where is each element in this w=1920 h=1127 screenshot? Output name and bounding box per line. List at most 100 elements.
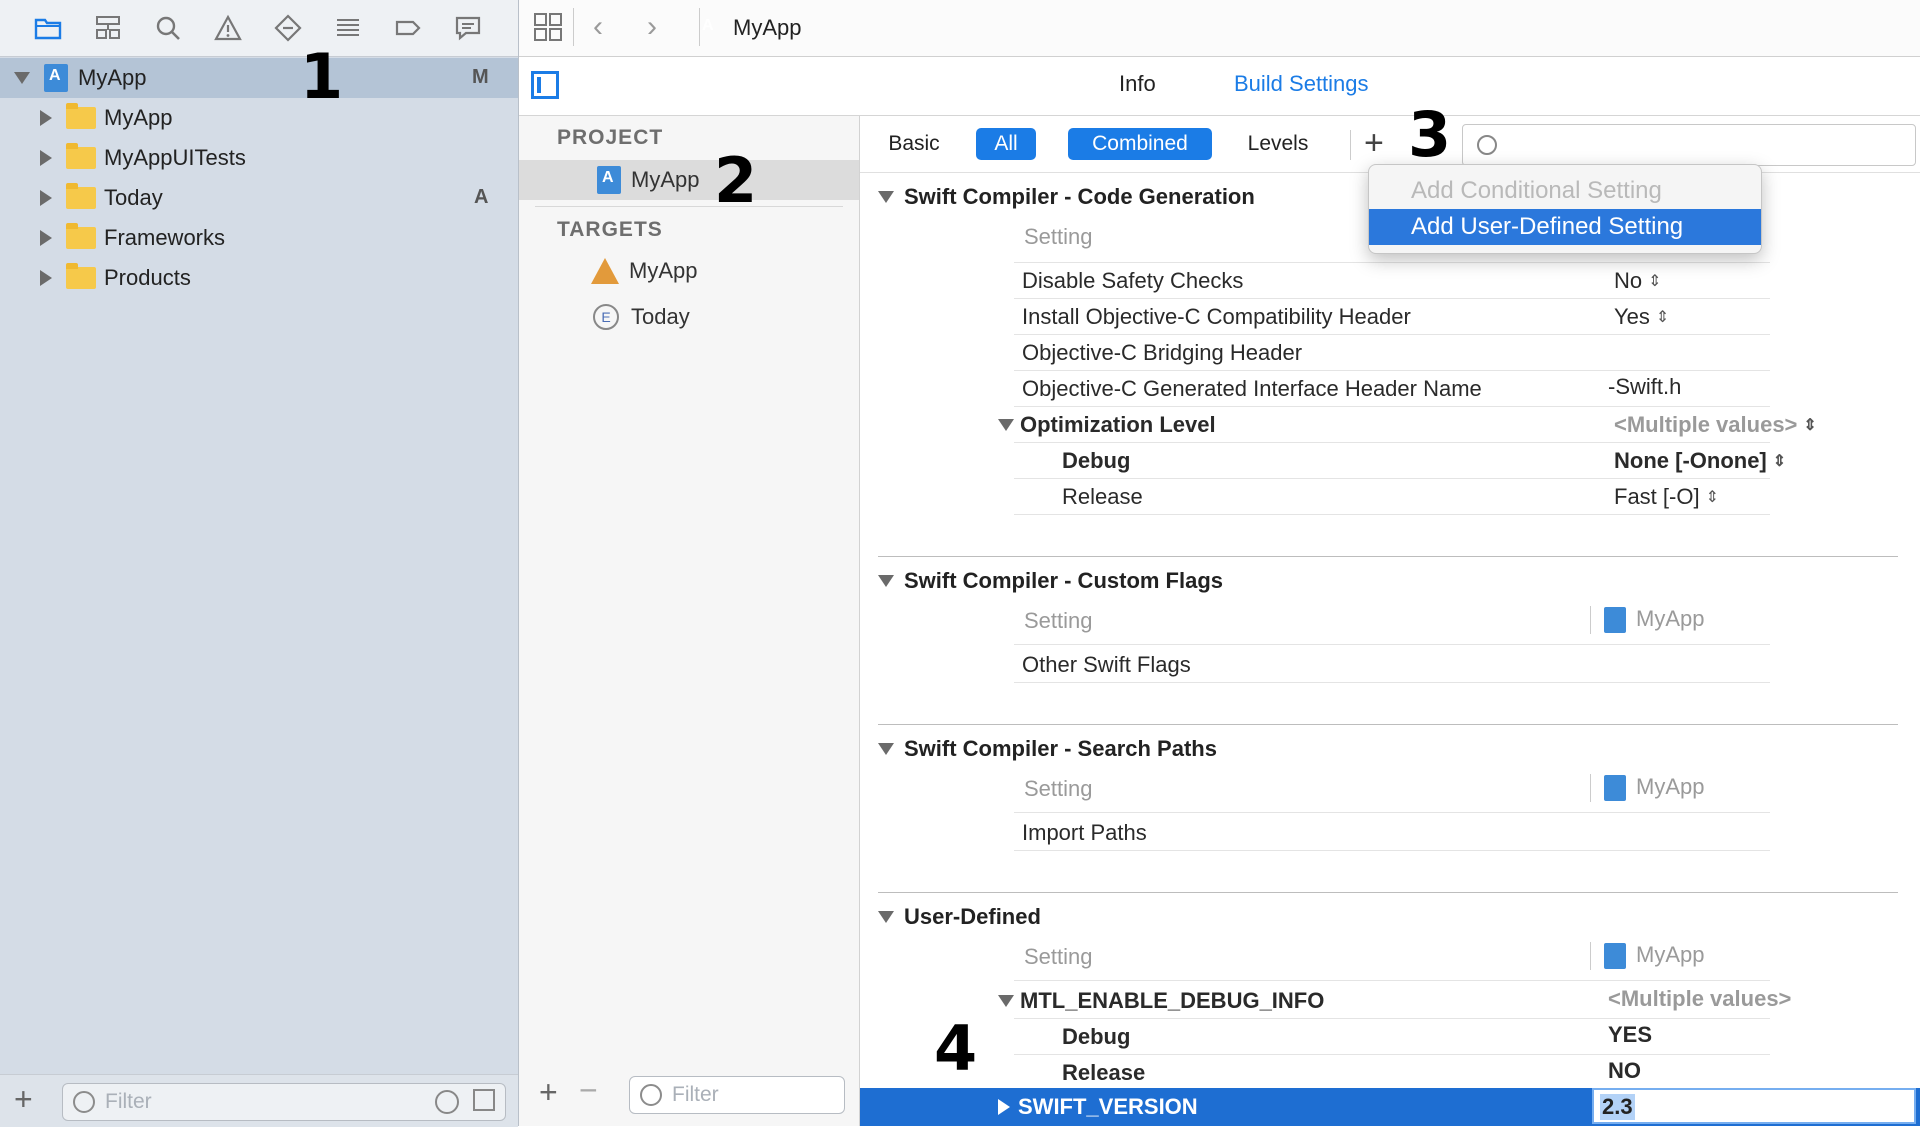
setting-value[interactable]: <Multiple values> ⇕ (1614, 412, 1817, 438)
hierarchy-icon[interactable] (92, 12, 124, 44)
breadcrumb[interactable]: MyApp (733, 15, 801, 41)
setting-value[interactable]: <Multiple values> (1608, 986, 1791, 1012)
group-title-search-paths[interactable]: Swift Compiler - Search Paths (878, 736, 1217, 762)
setting-name[interactable]: Other Swift Flags (1022, 652, 1191, 678)
settings-search-input[interactable] (1462, 124, 1916, 166)
target-column-header: MyApp (1604, 606, 1704, 634)
setting-name-optimization-level[interactable]: Optimization Level (998, 412, 1216, 438)
disclosure-triangle-icon[interactable] (878, 743, 894, 755)
setting-value[interactable]: No ⇕ (1614, 268, 1662, 294)
setting-name[interactable]: Install Objective-C Compatibility Header (1022, 304, 1411, 330)
recent-files-clock-icon[interactable] (435, 1090, 459, 1114)
setting-config-release[interactable]: Release (1062, 484, 1143, 510)
disclosure-triangle-icon[interactable] (40, 150, 52, 166)
add-setting-button[interactable]: + (1364, 124, 1384, 163)
popup-stepper-icon[interactable]: ⇕ (1656, 310, 1669, 326)
popup-stepper-icon[interactable]: ⇕ (1803, 418, 1816, 434)
menu-item-add-user-defined-setting[interactable]: Add User-Defined Setting (1369, 209, 1761, 245)
project-icon (44, 64, 68, 92)
disclosure-triangle-icon[interactable] (40, 190, 52, 206)
breakpoint-icon[interactable] (392, 12, 424, 44)
disclosure-triangle-icon[interactable] (14, 72, 30, 84)
filter-levels-button[interactable]: Levels (1230, 128, 1326, 160)
targets-filter-input[interactable]: Filter (629, 1076, 845, 1114)
forward-chevron-icon[interactable]: › (647, 10, 657, 44)
row-divider (1014, 850, 1770, 851)
tree-item-today[interactable]: Today (40, 178, 163, 218)
disclosure-triangle-icon[interactable] (878, 911, 894, 923)
group-title-label: User-Defined (904, 904, 1041, 929)
disclosure-triangle-icon[interactable] (40, 110, 52, 126)
add-file-button[interactable]: + (14, 1081, 33, 1118)
report-icon[interactable] (452, 12, 484, 44)
setting-name[interactable]: Disable Safety Checks (1022, 268, 1243, 294)
target-item-today[interactable]: E Today (593, 304, 690, 330)
group-divider (878, 892, 1898, 893)
add-target-button[interactable]: + (539, 1074, 558, 1111)
group-title-custom-flags[interactable]: Swift Compiler - Custom Flags (878, 568, 1223, 594)
project-section-header: PROJECT (557, 126, 664, 149)
disclosure-triangle-icon[interactable] (998, 1099, 1010, 1115)
tree-item-label: MyApp (78, 65, 147, 90)
tree-item-myapp[interactable]: MyApp (40, 98, 172, 138)
folder-icon[interactable] (32, 12, 64, 44)
group-title-code-generation[interactable]: Swift Compiler - Code Generation (878, 184, 1255, 210)
show-targets-list-icon[interactable] (531, 71, 559, 99)
setting-name[interactable]: Objective-C Bridging Header (1022, 340, 1302, 366)
search-icon[interactable] (152, 12, 184, 44)
setting-value[interactable]: YES (1608, 1022, 1652, 1048)
setting-value[interactable]: Yes ⇕ (1614, 304, 1669, 330)
project-icon (597, 166, 621, 194)
setting-name[interactable]: Import Paths (1022, 820, 1147, 846)
scm-filter-icon[interactable] (473, 1089, 495, 1111)
row-divider (1014, 812, 1770, 813)
tree-item-myappuitests[interactable]: MyAppUITests (40, 138, 246, 178)
tree-item-frameworks[interactable]: Frameworks (40, 218, 225, 258)
remove-target-button[interactable]: − (579, 1072, 598, 1109)
project-item-myapp[interactable]: MyApp (597, 166, 699, 194)
setting-name[interactable]: Objective-C Generated Interface Header N… (1022, 376, 1482, 402)
swift-version-value-field[interactable]: 2.3 (1592, 1088, 1916, 1124)
disclosure-triangle-icon[interactable] (878, 191, 894, 203)
section-divider (535, 206, 843, 207)
search-icon (1477, 135, 1497, 155)
popup-stepper-icon[interactable]: ⇕ (1706, 490, 1719, 506)
tree-item-root[interactable]: MyApp (14, 58, 146, 98)
setting-value[interactable]: NO (1608, 1058, 1641, 1084)
project-targets-list: PROJECT MyApp TARGETS MyApp E Today + − … (519, 116, 860, 1126)
filter-placeholder: Filter (105, 1090, 152, 1113)
related-items-grid-icon[interactable] (533, 12, 563, 42)
navigator-toolbar (0, 0, 518, 57)
disclosure-triangle-icon[interactable] (40, 230, 52, 246)
popup-stepper-icon[interactable]: ⇕ (1773, 454, 1786, 470)
group-title-user-defined[interactable]: User-Defined (878, 904, 1041, 930)
disclosure-triangle-icon[interactable] (40, 270, 52, 286)
target-column-header: MyApp (1604, 774, 1704, 802)
setting-config-release[interactable]: Release (1062, 1060, 1145, 1086)
navigator-filter-input[interactable]: Filter (62, 1083, 506, 1121)
popup-stepper-icon[interactable]: ⇕ (1648, 274, 1661, 290)
menu-item-add-conditional-setting[interactable]: Add Conditional Setting (1369, 173, 1761, 209)
setting-config-debug[interactable]: Debug (1062, 448, 1130, 474)
tree-item-products[interactable]: Products (40, 258, 191, 298)
disclosure-triangle-icon[interactable] (998, 995, 1014, 1007)
setting-config-debug[interactable]: Debug (1062, 1024, 1130, 1050)
target-item-myapp[interactable]: MyApp (591, 258, 697, 284)
filter-combined-button[interactable]: Combined (1068, 128, 1212, 160)
setting-value[interactable]: Fast [-O] ⇕ (1614, 484, 1719, 510)
warning-icon[interactable] (212, 12, 244, 44)
setting-name-label: SWIFT_VERSION (1018, 1094, 1198, 1119)
filter-all-button[interactable]: All (976, 128, 1036, 160)
tab-info[interactable]: Info (1119, 71, 1156, 97)
back-chevron-icon[interactable]: ‹ (593, 10, 603, 44)
setting-name-mtl-enable-debug-info[interactable]: MTL_ENABLE_DEBUG_INFO (998, 988, 1324, 1014)
disclosure-triangle-icon[interactable] (878, 575, 894, 587)
tab-build-settings[interactable]: Build Settings (1234, 71, 1369, 97)
filter-placeholder: Filter (672, 1083, 719, 1106)
extension-target-icon: E (593, 304, 619, 330)
setting-value[interactable]: -Swift.h (1608, 374, 1681, 400)
setting-name-swift-version[interactable]: SWIFT_VERSION (998, 1094, 1198, 1120)
setting-value[interactable]: None [-Onone] ⇕ (1614, 448, 1786, 474)
filter-basic-button[interactable]: Basic (876, 128, 952, 160)
disclosure-triangle-icon[interactable] (998, 419, 1014, 431)
